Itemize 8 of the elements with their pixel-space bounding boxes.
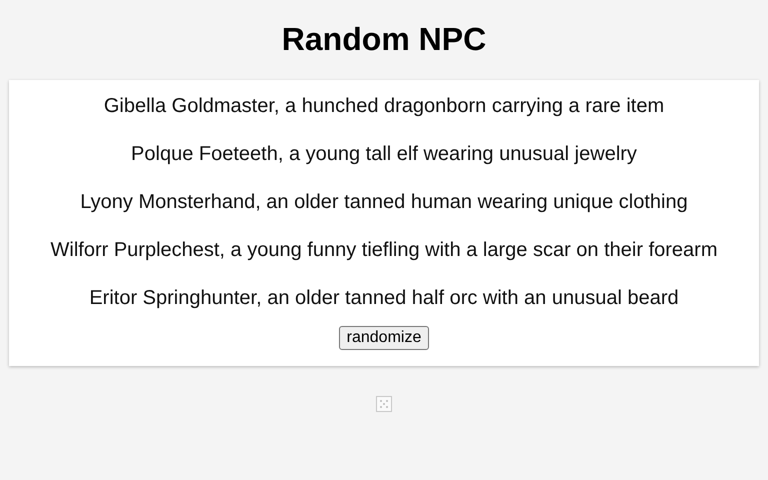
npc-description: Eritor Springhunter, an older tanned half orc with an unusual beard (89, 286, 679, 310)
npc-description: Gibella Goldmaster, a hunched dragonborn carrying a rare item (104, 94, 664, 118)
npc-description: Polque Foeteeth, a young tall elf wearing unusual jewelry (131, 142, 637, 166)
randomize-button[interactable]: randomize (338, 326, 430, 350)
dice-icon (376, 396, 392, 412)
page-title: Random NPC (282, 20, 486, 59)
npc-description: Lyony Monsterhand, an older tanned human wearing unique clothing (80, 190, 688, 214)
npc-description: Wilforr Purplechest, a young funny tiefling with a large scar on their forearm (50, 238, 718, 262)
